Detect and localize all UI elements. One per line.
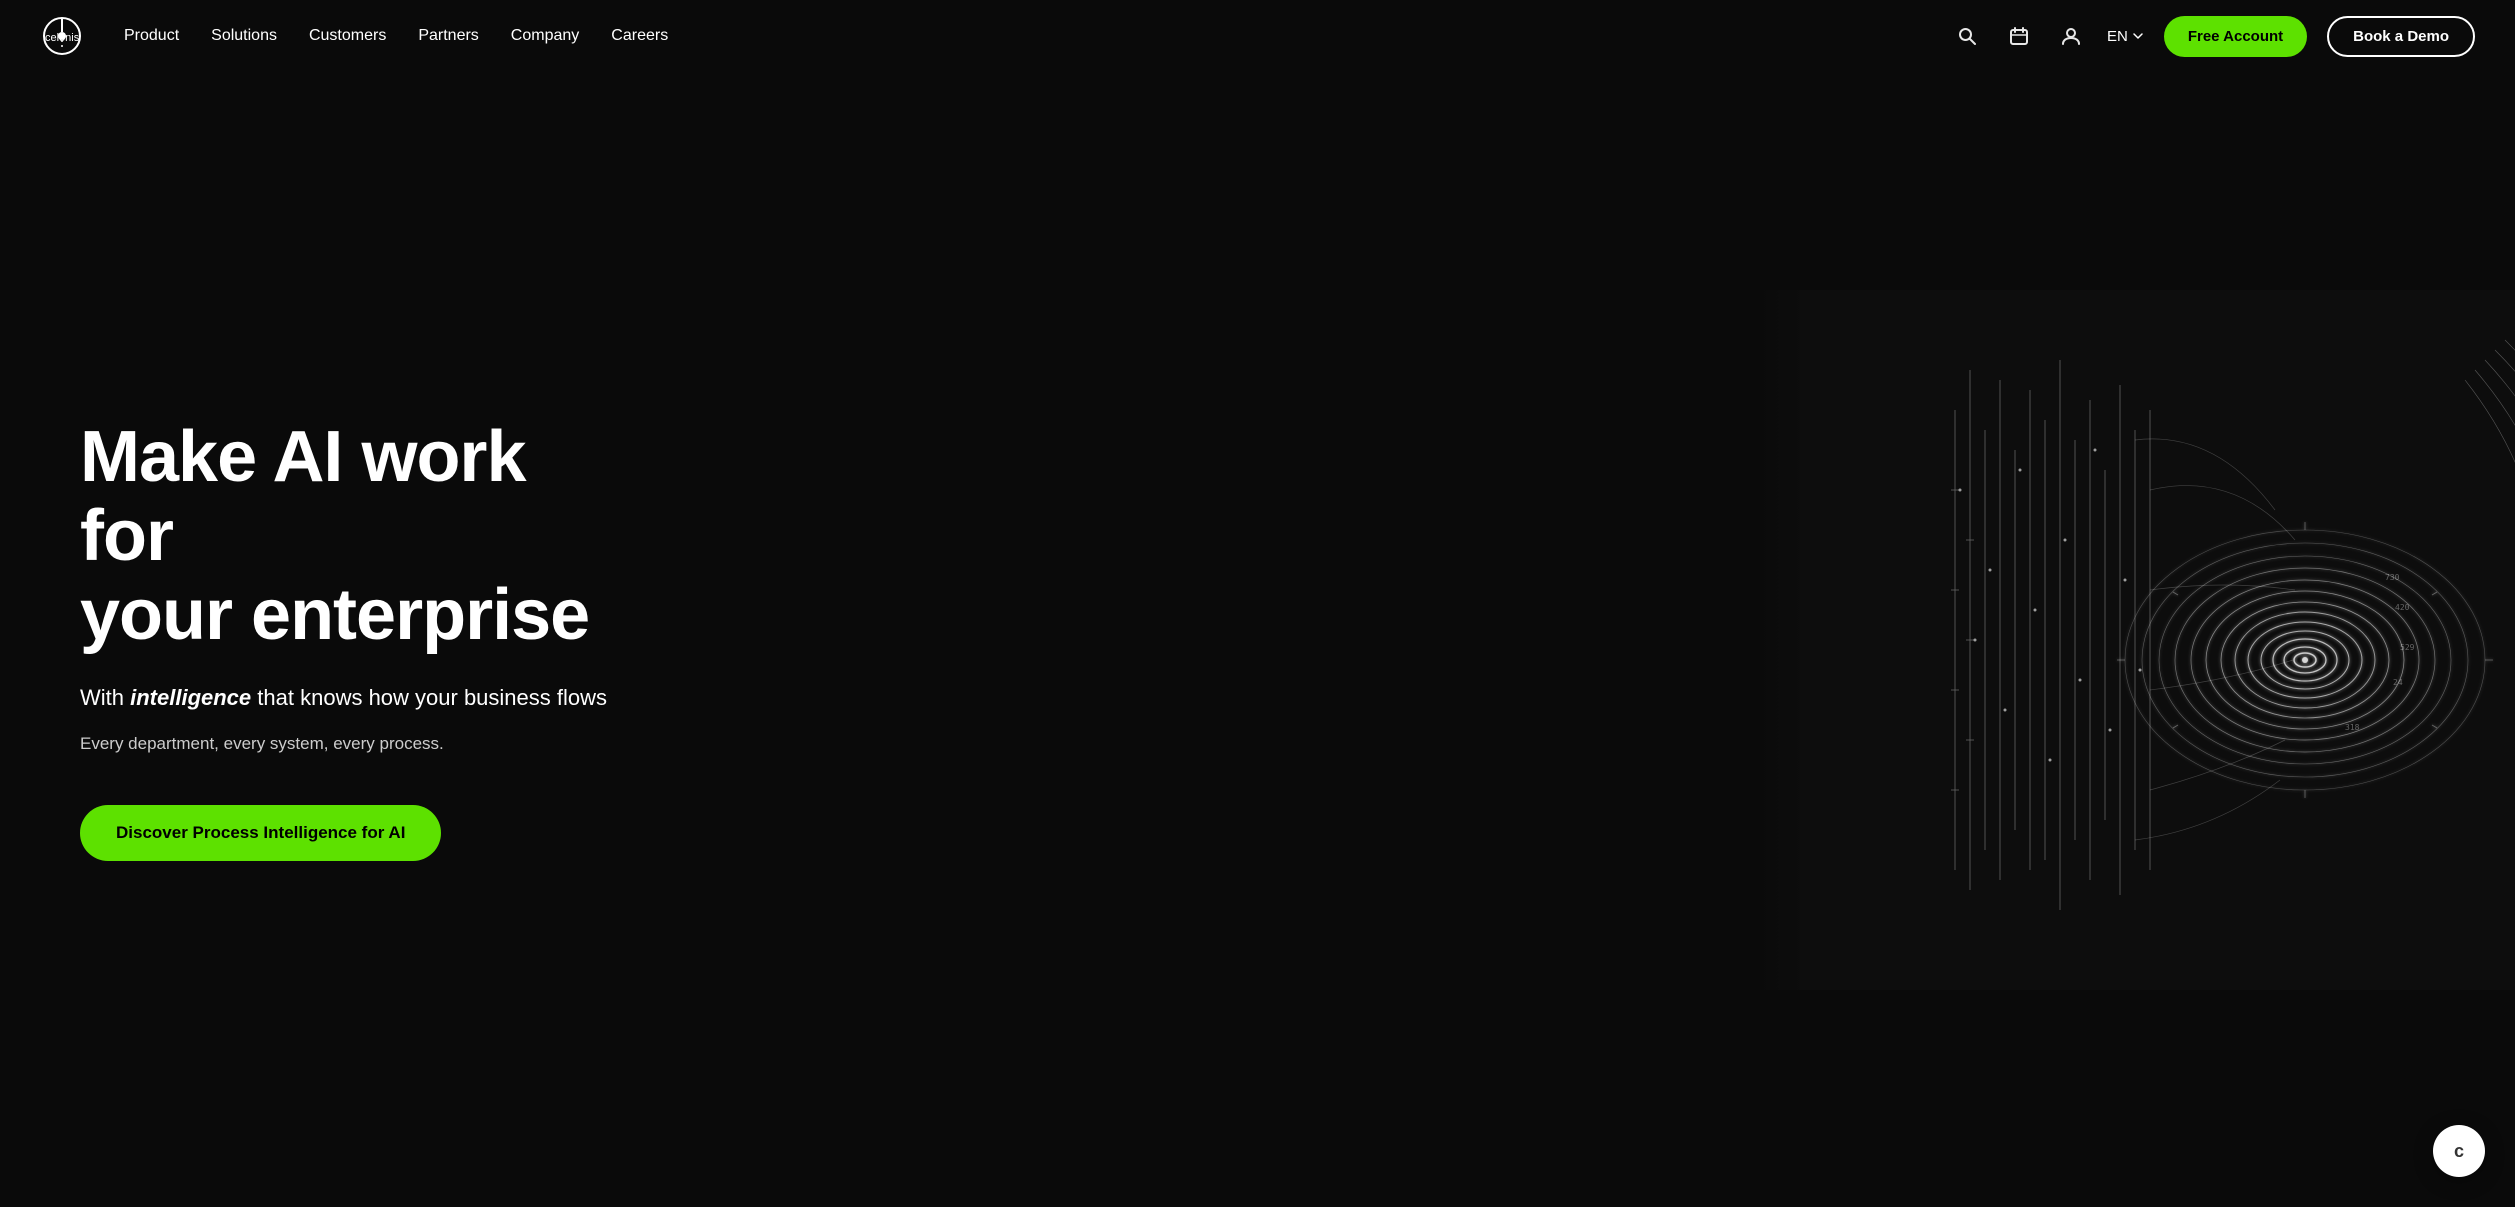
hero-subtitle-em: intelligence — [130, 685, 251, 710]
nav-left: celonis Product Solutions Customers Part… — [40, 14, 668, 58]
nav-link-solutions[interactable]: Solutions — [211, 27, 277, 44]
nav-link-partners[interactable]: Partners — [418, 27, 478, 44]
svg-text:celonis: celonis — [45, 32, 80, 44]
logo[interactable]: celonis — [40, 14, 84, 58]
logo-icon: celonis — [40, 14, 84, 58]
nav-links: Product Solutions Customers Partners Com… — [124, 27, 668, 45]
book-demo-button[interactable]: Book a Demo — [2327, 16, 2475, 57]
nav-item-partners[interactable]: Partners — [418, 27, 478, 45]
hero-subtitle-after: that knows how your business flows — [251, 685, 607, 710]
chat-bubble[interactable]: c — [2433, 1125, 2485, 1177]
nav-item-customers[interactable]: Customers — [309, 27, 386, 45]
hero-subtitle: With intelligence that knows how your bu… — [80, 683, 620, 714]
nav-link-company[interactable]: Company — [511, 27, 579, 44]
language-selector[interactable]: EN — [2107, 28, 2144, 45]
cta-button[interactable]: Discover Process Intelligence for AI — [80, 805, 441, 861]
free-account-button[interactable]: Free Account — [2164, 16, 2307, 57]
language-label: EN — [2107, 28, 2128, 45]
hero-title: Make AI work for your enterprise — [80, 418, 620, 656]
hero-title-line1: Make AI work for — [80, 417, 526, 576]
nav-right: EN Free Account Book a Demo — [1951, 16, 2475, 57]
hero-title-line2: your enterprise — [80, 575, 589, 655]
navigation: celonis Product Solutions Customers Part… — [0, 0, 2515, 72]
search-button[interactable] — [1951, 20, 1983, 52]
nav-item-product[interactable]: Product — [124, 27, 179, 45]
nav-item-solutions[interactable]: Solutions — [211, 27, 277, 45]
nav-link-customers[interactable]: Customers — [309, 27, 386, 44]
hero-section: Make AI work for your enterprise With in… — [0, 72, 2515, 1207]
nav-link-product[interactable]: Product — [124, 27, 179, 44]
nav-link-careers[interactable]: Careers — [611, 27, 668, 44]
nav-item-careers[interactable]: Careers — [611, 27, 668, 45]
user-icon — [2061, 26, 2081, 46]
calendar-icon — [2009, 26, 2029, 46]
search-icon — [1957, 26, 1977, 46]
hero-visualization: 730 420 529 24 318 — [1755, 290, 2515, 990]
hero-subtitle-before: With — [80, 685, 130, 710]
nav-item-company[interactable]: Company — [511, 27, 579, 45]
user-button[interactable] — [2055, 20, 2087, 52]
chevron-down-icon — [2132, 30, 2144, 42]
hero-visual: 730 420 529 24 318 — [1755, 290, 2515, 990]
calendar-button[interactable] — [2003, 20, 2035, 52]
hero-content: Make AI work for your enterprise With in… — [0, 358, 700, 922]
hero-description: Every department, every system, every pr… — [80, 730, 620, 757]
chat-label: c — [2454, 1141, 2464, 1162]
